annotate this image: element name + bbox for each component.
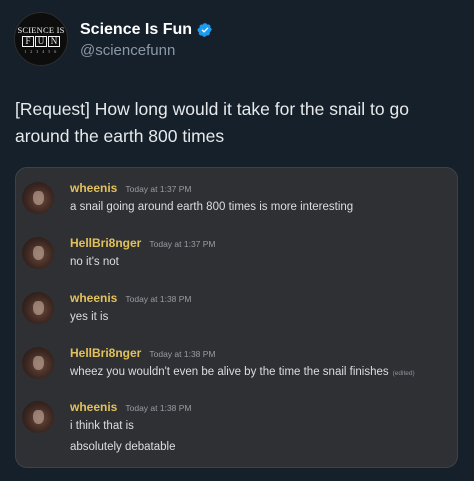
tweet-page: SCIENCE IS F U N 1 2 3 4 5 6 Science Is … [0,0,474,481]
account-avatar[interactable]: SCIENCE IS F U N 1 2 3 4 5 6 [14,12,68,66]
message-header: wheenis Today at 1:37 PM [70,181,353,195]
message-body: wheenis Today at 1:38 PM i think that is… [70,400,192,455]
message-author: HellBri8nger [70,346,142,360]
message-body: HellBri8nger Today at 1:38 PM wheez you … [70,346,415,381]
user-avatar [22,182,54,214]
message-timestamp: Today at 1:37 PM [149,239,216,249]
tweet-header: SCIENCE IS F U N 1 2 3 4 5 6 Science Is … [14,12,213,66]
account-display-name[interactable]: Science Is Fun [80,21,192,39]
logo-letters: F U N [22,35,60,47]
message-timestamp: Today at 1:38 PM [149,349,216,359]
message-header: wheenis Today at 1:38 PM [70,400,192,414]
message-header: wheenis Today at 1:38 PM [70,291,192,305]
user-avatar [22,401,54,433]
message-author: wheenis [70,181,118,195]
message-text: wheez you wouldn't even be alive by the … [70,365,415,381]
verified-badge-icon [197,23,212,37]
tweet-media-discord-screenshot[interactable]: wheenis Today at 1:37 PM a snail going a… [15,167,458,468]
message-text-content: wheez you wouldn't even be alive by the … [70,366,389,378]
user-avatar [22,347,54,379]
message-author: wheenis [70,400,118,414]
tweet-text: [Request] How long would it take for the… [15,99,409,146]
message-header: HellBri8nger Today at 1:38 PM [70,346,415,360]
message-author: wheenis [70,291,118,305]
message-author: HellBri8nger [70,236,142,250]
chat-message: wheenis Today at 1:38 PM i think that is… [22,400,192,455]
message-body: HellBri8nger Today at 1:37 PM no it's no… [70,236,216,270]
account-handle[interactable]: @sciencefunn [80,42,213,59]
chat-message: HellBri8nger Today at 1:38 PM wheez you … [22,346,415,381]
logo-letter: N [48,35,60,47]
account-display-name-row[interactable]: Science Is Fun [80,21,213,39]
message-text: a snail going around earth 800 times is … [70,201,354,213]
chat-message: wheenis Today at 1:37 PM a snail going a… [22,181,353,215]
user-avatar [22,292,54,324]
message-timestamp: Today at 1:38 PM [125,403,192,413]
message-body: wheenis Today at 1:38 PM yes it is [70,291,192,325]
message-text: absolutely debatable [70,441,176,453]
message-header: HellBri8nger Today at 1:37 PM [70,236,216,250]
logo-bottom-text: 1 2 3 4 5 6 [24,48,58,54]
chat-message: HellBri8nger Today at 1:37 PM no it's no… [22,236,216,270]
edited-marker: (edited) [392,370,415,377]
message-timestamp: Today at 1:38 PM [125,294,192,304]
message-body: wheenis Today at 1:37 PM a snail going a… [70,181,353,215]
message-text: yes it is [70,311,109,323]
user-avatar [22,237,54,269]
logo-letter: U [35,35,47,47]
logo-top-text: SCIENCE IS [17,24,65,35]
message-text: no it's not [70,256,119,268]
account-names: Science Is Fun @sciencefunn [80,21,213,59]
logo-letter: F [22,35,34,47]
chat-message: wheenis Today at 1:38 PM yes it is [22,291,192,325]
message-text: i think that is [70,420,134,432]
message-timestamp: Today at 1:37 PM [125,184,192,194]
